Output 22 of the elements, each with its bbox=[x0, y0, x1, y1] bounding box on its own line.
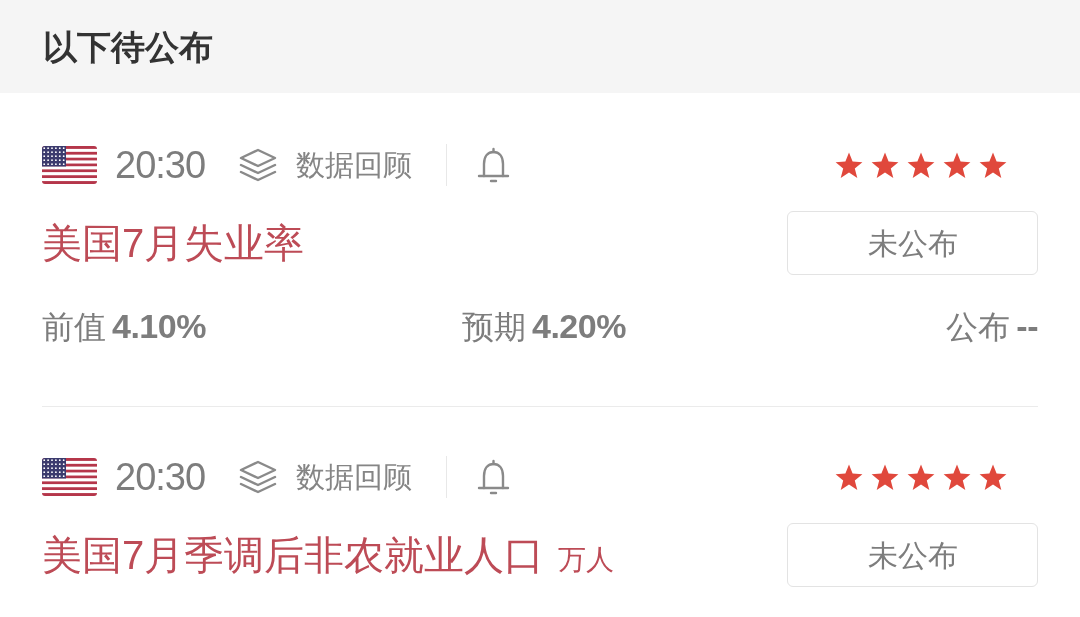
status-box: 未公布 bbox=[787, 211, 1038, 275]
value-label: 前值 bbox=[42, 311, 106, 343]
bell-icon[interactable] bbox=[476, 459, 512, 495]
value-text: 4.20% bbox=[532, 309, 626, 343]
event-title: 美国7月季调后非农就业人口 bbox=[42, 535, 545, 575]
bell-icon[interactable] bbox=[476, 147, 512, 183]
value-text: 4.10% bbox=[112, 309, 206, 343]
value-text: -- bbox=[1016, 309, 1038, 343]
layers-icon bbox=[239, 460, 278, 494]
status-box: 未公布 bbox=[787, 523, 1038, 587]
header-title: 以下待公布 bbox=[43, 29, 213, 64]
flag-icon bbox=[42, 458, 97, 496]
layers-icon bbox=[239, 148, 278, 182]
value-label: 预期 bbox=[462, 311, 526, 343]
event-time: 20:30 bbox=[115, 458, 206, 496]
event-title: 美国7月失业率 bbox=[42, 223, 305, 263]
data-review-link[interactable]: 数据回顾 bbox=[239, 460, 413, 494]
unit-text: 万人 bbox=[558, 546, 615, 574]
flag-icon bbox=[42, 146, 97, 184]
value-label: 公布 bbox=[946, 311, 1011, 343]
data-review-link[interactable]: 数据回顾 bbox=[239, 148, 413, 182]
event-time: 20:30 bbox=[115, 146, 206, 184]
